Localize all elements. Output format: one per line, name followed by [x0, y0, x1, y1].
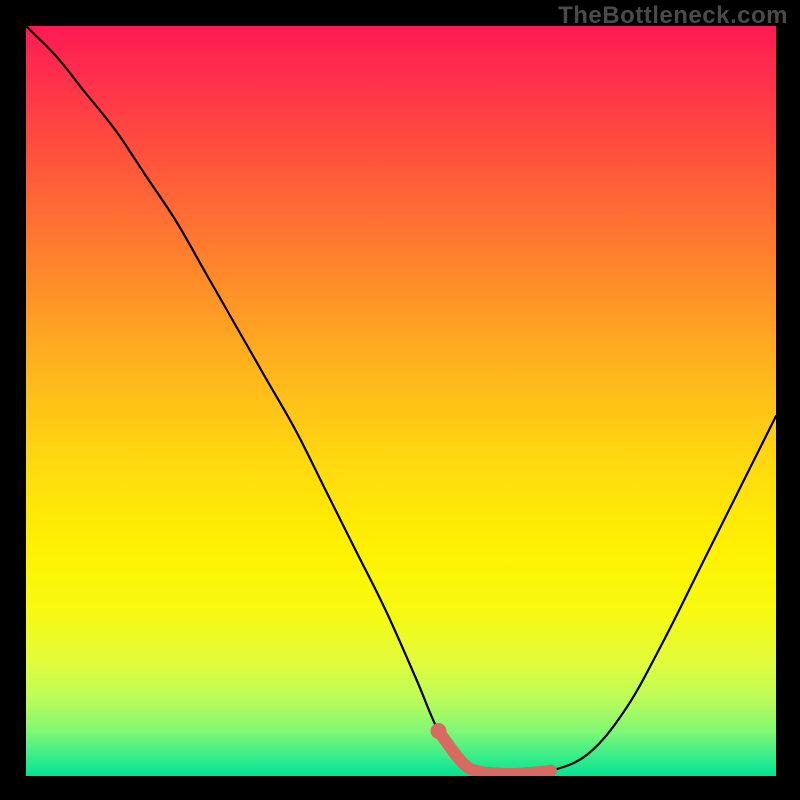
- chart-canvas: TheBottleneck.com: [0, 0, 800, 800]
- chart-svg: [26, 26, 776, 776]
- optimal-range-marker: [431, 723, 447, 739]
- plot-area: [26, 26, 776, 776]
- gradient-background: [26, 26, 776, 776]
